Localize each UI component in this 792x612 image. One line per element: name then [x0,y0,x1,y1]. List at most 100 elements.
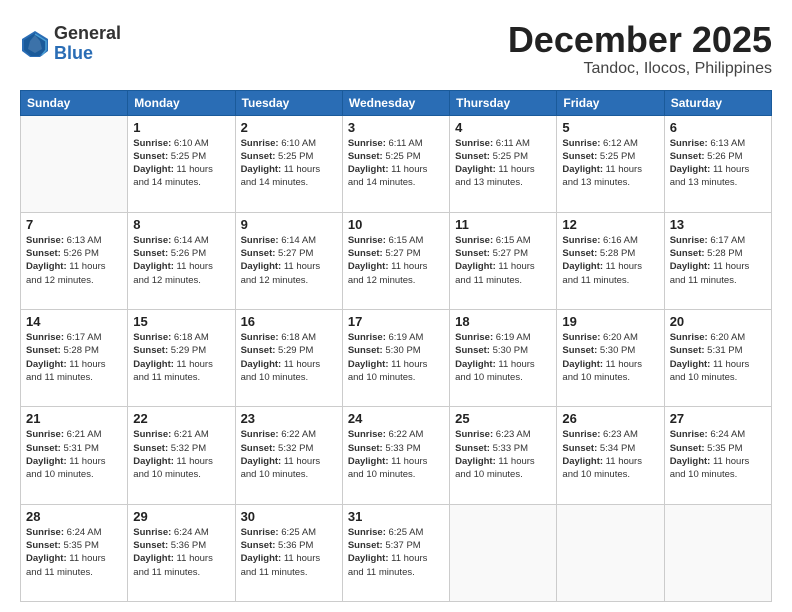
day-info: Sunrise: 6:10 AMSunset: 5:25 PMDaylight:… [241,137,337,190]
day-info: Sunrise: 6:24 AMSunset: 5:35 PMDaylight:… [26,526,122,579]
day-number: 13 [670,217,766,232]
day-number: 20 [670,314,766,329]
days-of-week-row: Sunday Monday Tuesday Wednesday Thursday… [21,90,772,115]
calendar-week-2: 7Sunrise: 6:13 AMSunset: 5:26 PMDaylight… [21,212,772,309]
day-number: 6 [670,120,766,135]
day-number: 8 [133,217,229,232]
calendar-cell: 16Sunrise: 6:18 AMSunset: 5:29 PMDayligh… [235,310,342,407]
day-info: Sunrise: 6:14 AMSunset: 5:27 PMDaylight:… [241,234,337,287]
calendar-cell: 18Sunrise: 6:19 AMSunset: 5:30 PMDayligh… [450,310,557,407]
calendar-cell: 4 Sunrise: 6:11 AMSunset: 5:25 PMDaylight… [450,115,557,212]
day-number: 15 [133,314,229,329]
day-number: 23 [241,411,337,426]
day-info: Sunrise: 6:20 AMSunset: 5:31 PMDaylight:… [670,331,766,384]
day-info: Sunrise: 6:10 AMSunset: 5:25 PMDaylight:… [133,137,229,190]
logo-icon [20,29,50,59]
calendar-cell [664,504,771,601]
calendar-cell: 3 Sunrise: 6:11 AMSunset: 5:25 PMDaylight… [342,115,449,212]
calendar-cell: 20 Sunrise: 6:20 AMSunset: 5:31 PMDayligh… [664,310,771,407]
day-info: Sunrise: 6:22 AMSunset: 5:33 PMDaylight:… [348,428,444,481]
day-number: 27 [670,411,766,426]
day-number: 4 [455,120,551,135]
day-number: 31 [348,509,444,524]
col-tuesday: Tuesday [235,90,342,115]
calendar-cell [557,504,664,601]
day-number: 5 [562,120,658,135]
day-info: Sunrise: 6:18 AMSunset: 5:29 PMDaylight:… [133,331,229,384]
calendar-cell: 30Sunrise: 6:25 AMSunset: 5:36 PMDayligh… [235,504,342,601]
calendar-title: December 2025 [508,20,772,60]
calendar-week-1: 1 Sunrise: 6:10 AMSunset: 5:25 PMDaylight… [21,115,772,212]
calendar-cell: 29 Sunrise: 6:24 AMSunset: 5:36 PMDayligh… [128,504,235,601]
day-info: Sunrise: 6:25 AMSunset: 5:37 PMDaylight:… [348,526,444,579]
day-info: Sunrise: 6:15 AMSunset: 5:27 PMDaylight:… [455,234,551,287]
day-number: 28 [26,509,122,524]
calendar-week-5: 28 Sunrise: 6:24 AMSunset: 5:35 PMDayligh… [21,504,772,601]
calendar-cell: 22 Sunrise: 6:21 AMSunset: 5:32 PMDayligh… [128,407,235,504]
day-info: Sunrise: 6:24 AMSunset: 5:36 PMDaylight:… [133,526,229,579]
day-number: 2 [241,120,337,135]
calendar-table: Sunday Monday Tuesday Wednesday Thursday… [20,90,772,602]
calendar-week-3: 14 Sunrise: 6:17 AMSunset: 5:28 PMDayligh… [21,310,772,407]
col-friday: Friday [557,90,664,115]
day-number: 14 [26,314,122,329]
calendar-cell: 23 Sunrise: 6:22 AMSunset: 5:32 PMDayligh… [235,407,342,504]
day-info: Sunrise: 6:14 AMSunset: 5:26 PMDaylight:… [133,234,229,287]
day-number: 3 [348,120,444,135]
calendar-cell: 2 Sunrise: 6:10 AMSunset: 5:25 PMDaylight… [235,115,342,212]
day-info: Sunrise: 6:12 AMSunset: 5:25 PMDaylight:… [562,137,658,190]
col-sunday: Sunday [21,90,128,115]
day-info: Sunrise: 6:11 AMSunset: 5:25 PMDaylight:… [348,137,444,190]
day-info: Sunrise: 6:25 AMSunset: 5:36 PMDaylight:… [241,526,337,579]
day-number: 1 [133,120,229,135]
calendar-cell [450,504,557,601]
day-number: 16 [241,314,337,329]
calendar-week-4: 21Sunrise: 6:21 AMSunset: 5:31 PMDayligh… [21,407,772,504]
day-info: Sunrise: 6:13 AMSunset: 5:26 PMDaylight:… [670,137,766,190]
day-info: Sunrise: 6:23 AMSunset: 5:34 PMDaylight:… [562,428,658,481]
day-number: 11 [455,217,551,232]
header: General Blue December 2025 Tandoc, Iloco… [20,20,772,78]
day-number: 17 [348,314,444,329]
calendar-cell: 27 Sunrise: 6:24 AMSunset: 5:35 PMDayligh… [664,407,771,504]
day-number: 10 [348,217,444,232]
day-info: Sunrise: 6:22 AMSunset: 5:32 PMDaylight:… [241,428,337,481]
day-number: 24 [348,411,444,426]
day-number: 29 [133,509,229,524]
day-info: Sunrise: 6:21 AMSunset: 5:31 PMDaylight:… [26,428,122,481]
calendar-cell: 11 Sunrise: 6:15 AMSunset: 5:27 PMDayligh… [450,212,557,309]
day-info: Sunrise: 6:11 AMSunset: 5:25 PMDaylight:… [455,137,551,190]
day-info: Sunrise: 6:19 AMSunset: 5:30 PMDaylight:… [348,331,444,384]
calendar-header: Sunday Monday Tuesday Wednesday Thursday… [21,90,772,115]
calendar-body: 1 Sunrise: 6:10 AMSunset: 5:25 PMDaylight… [21,115,772,601]
day-info: Sunrise: 6:24 AMSunset: 5:35 PMDaylight:… [670,428,766,481]
calendar-cell: 17 Sunrise: 6:19 AMSunset: 5:30 PMDayligh… [342,310,449,407]
logo-text: General Blue [54,24,121,64]
day-number: 22 [133,411,229,426]
calendar-cell: 14 Sunrise: 6:17 AMSunset: 5:28 PMDayligh… [21,310,128,407]
logo-general: General [54,24,121,44]
calendar-cell: 7Sunrise: 6:13 AMSunset: 5:26 PMDaylight… [21,212,128,309]
day-number: 18 [455,314,551,329]
page: General Blue December 2025 Tandoc, Iloco… [0,0,792,612]
calendar-cell: 26 Sunrise: 6:23 AMSunset: 5:34 PMDayligh… [557,407,664,504]
calendar-cell: 6 Sunrise: 6:13 AMSunset: 5:26 PMDaylight… [664,115,771,212]
day-info: Sunrise: 6:23 AMSunset: 5:33 PMDaylight:… [455,428,551,481]
calendar-cell: 21Sunrise: 6:21 AMSunset: 5:31 PMDayligh… [21,407,128,504]
day-number: 12 [562,217,658,232]
calendar-cell: 1 Sunrise: 6:10 AMSunset: 5:25 PMDaylight… [128,115,235,212]
calendar-cell: 8 Sunrise: 6:14 AMSunset: 5:26 PMDaylight… [128,212,235,309]
calendar-cell: 9 Sunrise: 6:14 AMSunset: 5:27 PMDaylight… [235,212,342,309]
calendar-cell: 19Sunrise: 6:20 AMSunset: 5:30 PMDayligh… [557,310,664,407]
day-number: 9 [241,217,337,232]
calendar-cell: 12 Sunrise: 6:16 AMSunset: 5:28 PMDayligh… [557,212,664,309]
calendar-subtitle: Tandoc, Ilocos, Philippines [508,60,772,78]
day-number: 19 [562,314,658,329]
day-info: Sunrise: 6:21 AMSunset: 5:32 PMDaylight:… [133,428,229,481]
calendar-cell: 15 Sunrise: 6:18 AMSunset: 5:29 PMDayligh… [128,310,235,407]
calendar-cell: 28 Sunrise: 6:24 AMSunset: 5:35 PMDayligh… [21,504,128,601]
day-info: Sunrise: 6:17 AMSunset: 5:28 PMDaylight:… [26,331,122,384]
title-section: December 2025 Tandoc, Ilocos, Philippine… [508,20,772,78]
day-number: 26 [562,411,658,426]
day-info: Sunrise: 6:16 AMSunset: 5:28 PMDaylight:… [562,234,658,287]
